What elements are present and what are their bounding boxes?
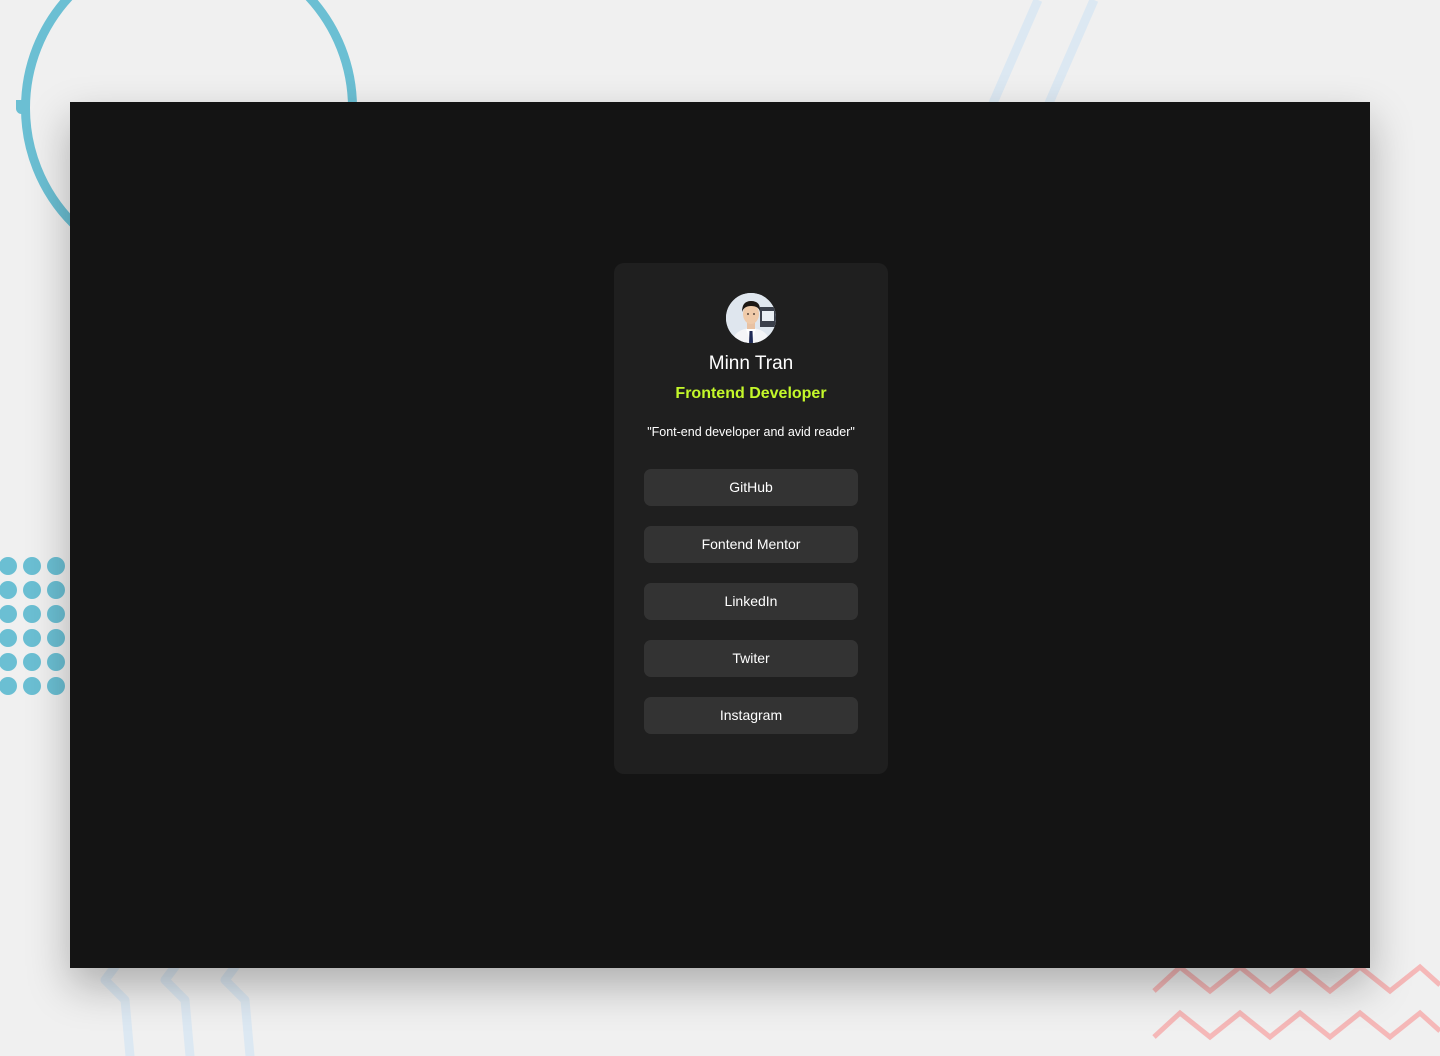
decorative-dot xyxy=(47,581,65,599)
frontend-mentor-link-button[interactable]: Fontend Mentor xyxy=(644,526,858,563)
decorative-dot xyxy=(47,557,65,575)
social-links: GitHub Fontend Mentor LinkedIn Twiter In… xyxy=(644,469,858,754)
decorative-dot xyxy=(0,677,17,695)
decorative-dot xyxy=(0,629,17,647)
decorative-dot xyxy=(0,605,17,623)
github-link-button[interactable]: GitHub xyxy=(644,469,858,506)
profile-name: Minn Tran xyxy=(708,353,794,374)
decorative-dot xyxy=(47,677,65,695)
decorative-dot xyxy=(47,629,65,647)
page: Minn Tran Frontend Developer "Font-end d… xyxy=(0,0,1440,1056)
decorative-dot xyxy=(23,629,41,647)
decorative-dot xyxy=(0,557,17,575)
twitter-link-button[interactable]: Twiter xyxy=(644,640,858,677)
decorative-dot xyxy=(0,581,17,599)
profile-card: Minn Tran Frontend Developer "Font-end d… xyxy=(614,263,888,774)
instagram-link-button[interactable]: Instagram xyxy=(644,697,858,734)
decorative-dot xyxy=(23,653,41,671)
decorative-dot-grid xyxy=(0,556,70,700)
decorative-dot xyxy=(0,653,17,671)
decorative-dot xyxy=(47,605,65,623)
profile-role: Frontend Developer xyxy=(675,385,827,402)
decorative-zigzag xyxy=(1152,963,1440,1041)
decorative-arc-end xyxy=(16,100,27,114)
avatar xyxy=(726,293,776,343)
decorative-wavy-lines xyxy=(100,960,255,1056)
decorative-dot xyxy=(23,581,41,599)
decorative-dot xyxy=(47,653,65,671)
decorative-dot xyxy=(23,605,41,623)
decorative-dot xyxy=(23,677,41,695)
decorative-dot xyxy=(23,557,41,575)
preview-frame: Minn Tran Frontend Developer "Font-end d… xyxy=(70,102,1370,968)
profile-bio: "Font-end developer and avid reader" xyxy=(647,425,855,439)
linkedin-link-button[interactable]: LinkedIn xyxy=(644,583,858,620)
decorative-diagonal-lines xyxy=(985,0,1099,110)
avatar-photo-icon xyxy=(726,293,776,343)
